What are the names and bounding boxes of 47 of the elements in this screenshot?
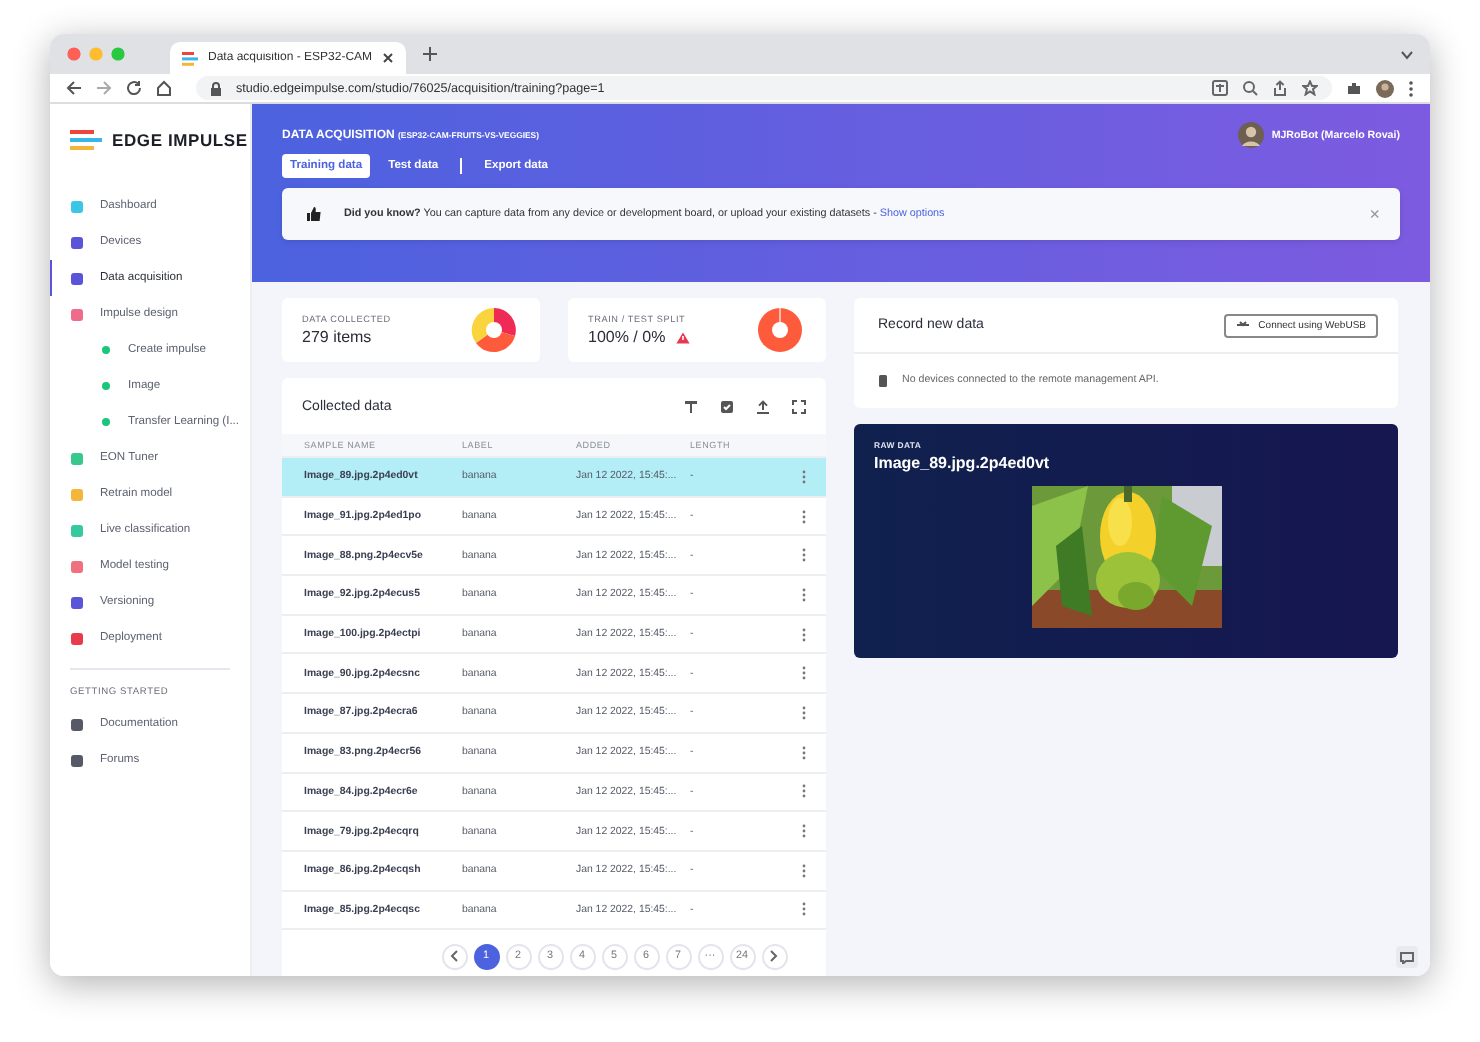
close-icon: [382, 52, 394, 64]
stat-value: 100% / 0%: [588, 328, 666, 346]
star-icon[interactable]: [1302, 80, 1318, 96]
menu-icon: [70, 559, 84, 573]
back-icon[interactable]: [66, 80, 82, 96]
avatar-icon: [1237, 122, 1264, 148]
lock-icon: [210, 81, 222, 95]
next-page-button[interactable]: [761, 943, 787, 970]
menu-icon: [70, 631, 84, 645]
menu-icon: [70, 717, 84, 731]
logo-icon: [182, 51, 198, 65]
menu-icon: [70, 523, 84, 537]
menu-icon: [70, 753, 84, 767]
more-icon[interactable]: [1408, 79, 1414, 97]
menu-icon: [70, 487, 84, 501]
donut-chart-icon: [754, 304, 806, 356]
new-tab-icon[interactable]: [422, 46, 438, 62]
zoom-icon[interactable]: [1242, 80, 1258, 96]
select-icon[interactable]: [720, 399, 734, 413]
filter-icon[interactable]: [684, 399, 698, 413]
menu-icon: [70, 307, 84, 321]
avatar-icon[interactable]: [1376, 79, 1394, 97]
logo-icon: [70, 130, 102, 150]
chat-icon[interactable]: [1400, 951, 1414, 963]
home-icon[interactable]: [156, 80, 172, 96]
menu-icon: [70, 595, 84, 609]
translate-icon[interactable]: [1212, 80, 1228, 96]
logo-text: EDGE IMPULSE: [112, 130, 248, 150]
usb-icon: [1236, 320, 1251, 330]
expand-icon[interactable]: [792, 399, 806, 413]
menu-icon: [70, 235, 84, 249]
menu-icon: [70, 451, 84, 465]
chevron-icon: [1400, 49, 1414, 59]
donut-chart-icon: [468, 304, 520, 356]
reload-icon[interactable]: [126, 80, 142, 96]
menu-icon: [70, 199, 84, 213]
chevron-left-icon: [450, 950, 458, 963]
share-icon[interactable]: [1272, 80, 1288, 96]
thumbs-up-icon: [306, 206, 322, 222]
device-icon: [878, 373, 888, 387]
upload-icon[interactable]: [756, 399, 770, 413]
menu-icon: [70, 271, 84, 285]
chevron-right-icon: [770, 950, 778, 963]
puzzle-icon[interactable]: [1346, 80, 1362, 96]
previous-page-button[interactable]: [441, 943, 467, 970]
sample-title: Image_89.jpg.2p4ed0vt: [874, 454, 1052, 472]
stat-value: 279 items: [302, 328, 372, 346]
